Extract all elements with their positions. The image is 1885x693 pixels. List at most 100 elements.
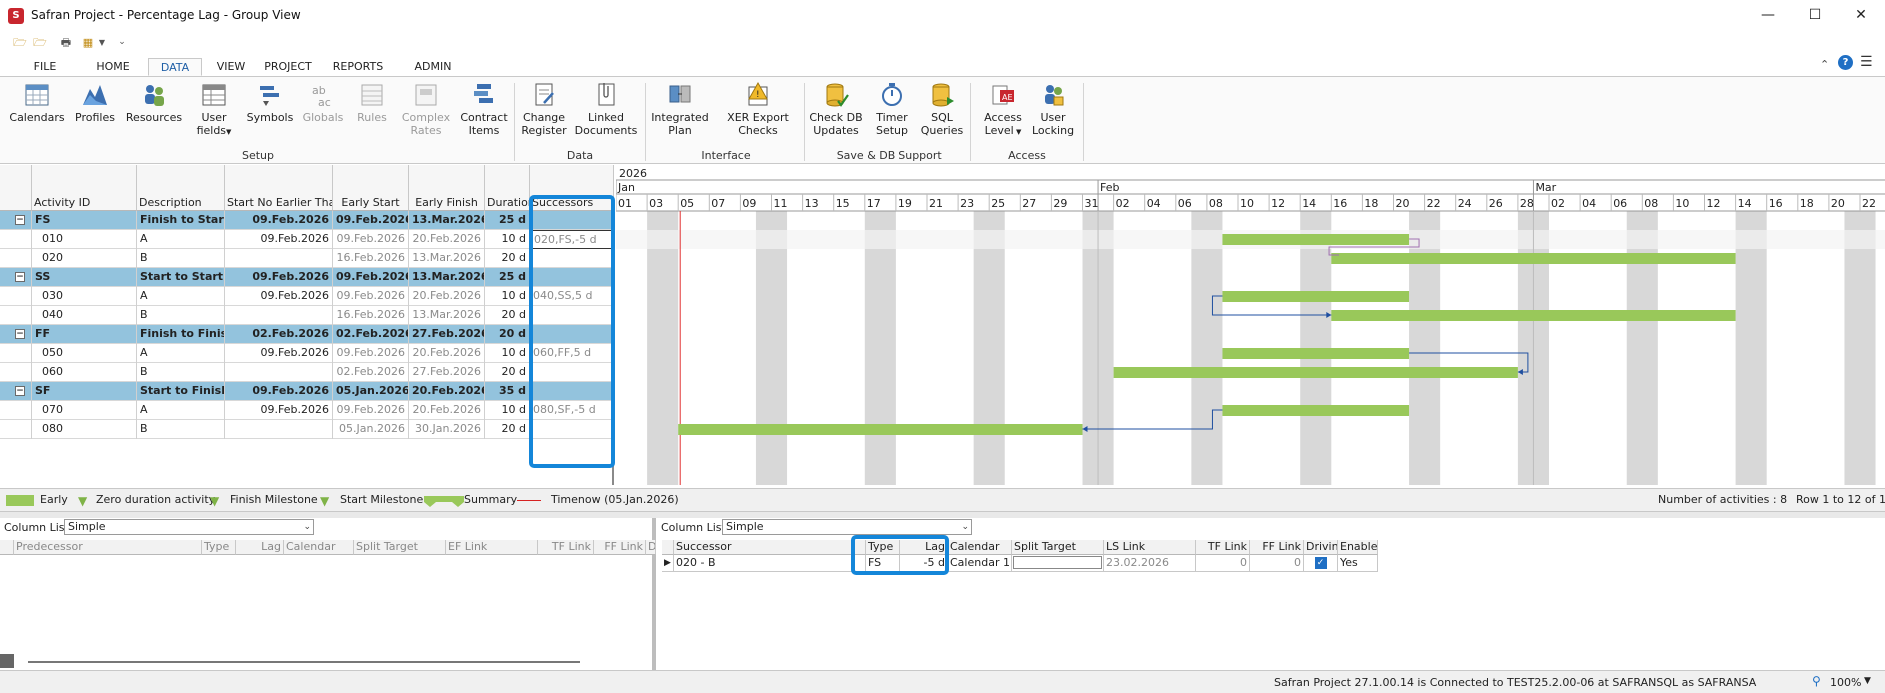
column-header-successors[interactable]: Successors bbox=[530, 165, 614, 211]
id-cell[interactable]: FF bbox=[32, 325, 137, 344]
help-icon[interactable]: ? bbox=[1838, 55, 1853, 70]
succ-cell[interactable] bbox=[530, 211, 614, 230]
integrated-plan-button[interactable]: Integrated Plan bbox=[650, 81, 710, 137]
desc-cell[interactable]: B bbox=[137, 249, 225, 268]
change-register-button[interactable]: Change Register bbox=[518, 81, 570, 137]
ef-cell[interactable]: 20.Feb.2026 bbox=[409, 287, 485, 306]
row-header[interactable] bbox=[0, 249, 32, 268]
open-recent-icon[interactable]: 🗁 bbox=[32, 35, 48, 50]
dur-cell[interactable]: 10 d bbox=[485, 344, 530, 363]
snet-cell[interactable]: 09.Feb.2026 bbox=[225, 344, 333, 363]
export-dropdown-icon[interactable]: ▼ bbox=[94, 35, 110, 50]
succ-cell[interactable]: 060,FF,5 d bbox=[530, 344, 614, 363]
ef-cell[interactable]: 13.Mar.2026 bbox=[409, 249, 485, 268]
column-header-ff-link[interactable]: FF Link bbox=[594, 540, 646, 555]
complex-rates-button[interactable]: Complex Rates bbox=[398, 81, 454, 137]
column-header-ef-link[interactable]: EF Link bbox=[446, 540, 538, 555]
succ-cell[interactable] bbox=[530, 382, 614, 401]
row-header[interactable] bbox=[0, 420, 32, 439]
tab-reports[interactable]: REPORTS bbox=[330, 58, 386, 76]
id-cell[interactable]: 020 bbox=[32, 249, 137, 268]
es-cell[interactable]: 09.Feb.2026 bbox=[333, 230, 409, 249]
snet-cell[interactable]: 09.Feb.2026 bbox=[225, 268, 333, 287]
snet-cell[interactable]: 02.Feb.2026 bbox=[225, 325, 333, 344]
symbols-button[interactable]: Symbols bbox=[244, 81, 296, 124]
type-cell[interactable]: FS bbox=[866, 555, 900, 572]
dur-cell[interactable]: 20 d bbox=[485, 325, 530, 344]
activity-bar[interactable] bbox=[1222, 234, 1410, 245]
menu-icon[interactable]: ☰ bbox=[1860, 54, 1873, 70]
activity-bar[interactable] bbox=[1331, 253, 1736, 264]
column-header-lag[interactable]: Lag bbox=[236, 540, 284, 555]
desc-cell[interactable]: B bbox=[137, 363, 225, 382]
rules-button[interactable]: Rules bbox=[350, 81, 394, 124]
ef-cell[interactable]: 13.Mar.2026 bbox=[409, 306, 485, 325]
customize-toolbar-icon[interactable]: ⌄ bbox=[114, 35, 130, 50]
column-header-description[interactable]: Description bbox=[137, 165, 225, 211]
driving-checkbox[interactable]: ✓ bbox=[1314, 557, 1327, 569]
es-cell[interactable]: 16.Feb.2026 bbox=[333, 249, 409, 268]
minimize-button[interactable]: — bbox=[1745, 0, 1791, 30]
column-header-type[interactable]: Type bbox=[866, 540, 900, 555]
table-row[interactable]: 030 A 09.Feb.2026 09.Feb.2026 20.Feb.2026 10 … bbox=[0, 287, 614, 306]
activity-bar[interactable] bbox=[1222, 348, 1410, 359]
id-cell[interactable]: 040 bbox=[32, 306, 137, 325]
timer-setup-button[interactable]: Timer Setup bbox=[870, 81, 914, 137]
snet-cell[interactable] bbox=[225, 249, 333, 268]
snet-cell[interactable]: 09.Feb.2026 bbox=[225, 230, 333, 249]
collapse-ribbon-icon[interactable]: ⌃ bbox=[1820, 58, 1829, 71]
ef-cell[interactable]: 20.Feb.2026 bbox=[409, 230, 485, 249]
column-header-early-start[interactable]: Early Start bbox=[333, 165, 409, 211]
row-header[interactable]: − bbox=[0, 268, 32, 287]
dur-cell[interactable]: 25 d bbox=[485, 268, 530, 287]
row-header[interactable] bbox=[0, 401, 32, 420]
desc-cell[interactable]: B bbox=[137, 420, 225, 439]
column-header-split-target[interactable]: Split Target bbox=[1012, 540, 1104, 555]
contract-items-button[interactable]: Contract Items bbox=[458, 81, 510, 137]
split-target-cell[interactable] bbox=[1013, 556, 1102, 569]
snet-cell[interactable] bbox=[225, 363, 333, 382]
tab-view[interactable]: VIEW bbox=[212, 58, 250, 76]
collapse-icon[interactable]: − bbox=[15, 386, 25, 396]
horizontal-scrollbar[interactable] bbox=[28, 661, 580, 663]
succ-cell[interactable] bbox=[530, 306, 614, 325]
succ-cell[interactable] bbox=[530, 325, 614, 344]
group-row[interactable]: − SF Start to Finish 09.Feb.2026 05.Jan.2026… bbox=[0, 382, 614, 401]
table-row[interactable]: 060 B 02.Feb.2026 27.Feb.2026 20 d bbox=[0, 363, 614, 382]
table-row[interactable]: 020 B 16.Feb.2026 13.Mar.2026 20 d bbox=[0, 249, 614, 268]
activity-bar[interactable] bbox=[1113, 367, 1518, 378]
close-button[interactable]: ✕ bbox=[1838, 0, 1884, 30]
profiles-button[interactable]: Profiles bbox=[70, 81, 120, 124]
table-row[interactable]: 080 B 05.Jan.2026 30.Jan.2026 20 d bbox=[0, 420, 614, 439]
row-header[interactable]: − bbox=[0, 325, 32, 344]
column-header-enabled[interactable]: Enabled bbox=[1338, 540, 1378, 555]
es-cell[interactable]: 09.Feb.2026 bbox=[333, 211, 409, 230]
user-locking-button[interactable]: User Locking bbox=[1028, 81, 1078, 137]
column-header-calendar[interactable]: Calendar bbox=[284, 540, 354, 555]
user-fields-button[interactable]: User fields▼ bbox=[192, 81, 236, 139]
table-row[interactable]: 010 A 09.Feb.2026 09.Feb.2026 20.Feb.2026 10 … bbox=[0, 230, 614, 249]
xer-export-checks-button[interactable]: ! XER Export Checks bbox=[724, 81, 792, 137]
succ-cell[interactable] bbox=[530, 363, 614, 382]
collapse-icon[interactable]: − bbox=[15, 215, 25, 225]
column-list-select[interactable]: Simple ⌄ bbox=[64, 519, 314, 535]
group-row[interactable]: − SS Start to Start 09.Feb.2026 09.Feb.2026 1… bbox=[0, 268, 614, 287]
tab-data[interactable]: DATA bbox=[148, 58, 202, 76]
zoom-icon[interactable]: ⚲ bbox=[1812, 674, 1821, 688]
ef-cell[interactable]: 20.Feb.2026 bbox=[409, 344, 485, 363]
id-cell[interactable]: 060 bbox=[32, 363, 137, 382]
es-cell[interactable]: 09.Feb.2026 bbox=[333, 287, 409, 306]
ef-cell[interactable]: 27.Feb.2026 bbox=[409, 363, 485, 382]
collapse-icon[interactable]: − bbox=[15, 329, 25, 339]
enabled-cell[interactable]: Yes bbox=[1338, 555, 1378, 572]
row-header[interactable]: − bbox=[0, 211, 32, 230]
snet-cell[interactable]: 09.Feb.2026 bbox=[225, 287, 333, 306]
snet-cell[interactable] bbox=[225, 306, 333, 325]
maximize-button[interactable]: ☐ bbox=[1792, 0, 1838, 30]
snet-cell[interactable]: 09.Feb.2026 bbox=[225, 382, 333, 401]
dur-cell[interactable]: 10 d bbox=[485, 401, 530, 420]
activity-bar[interactable] bbox=[678, 424, 1083, 435]
es-cell[interactable]: 16.Feb.2026 bbox=[333, 306, 409, 325]
desc-cell[interactable]: A bbox=[137, 344, 225, 363]
column-header-start-no-earlier[interactable]: Start No Earlier Than bbox=[225, 165, 333, 211]
